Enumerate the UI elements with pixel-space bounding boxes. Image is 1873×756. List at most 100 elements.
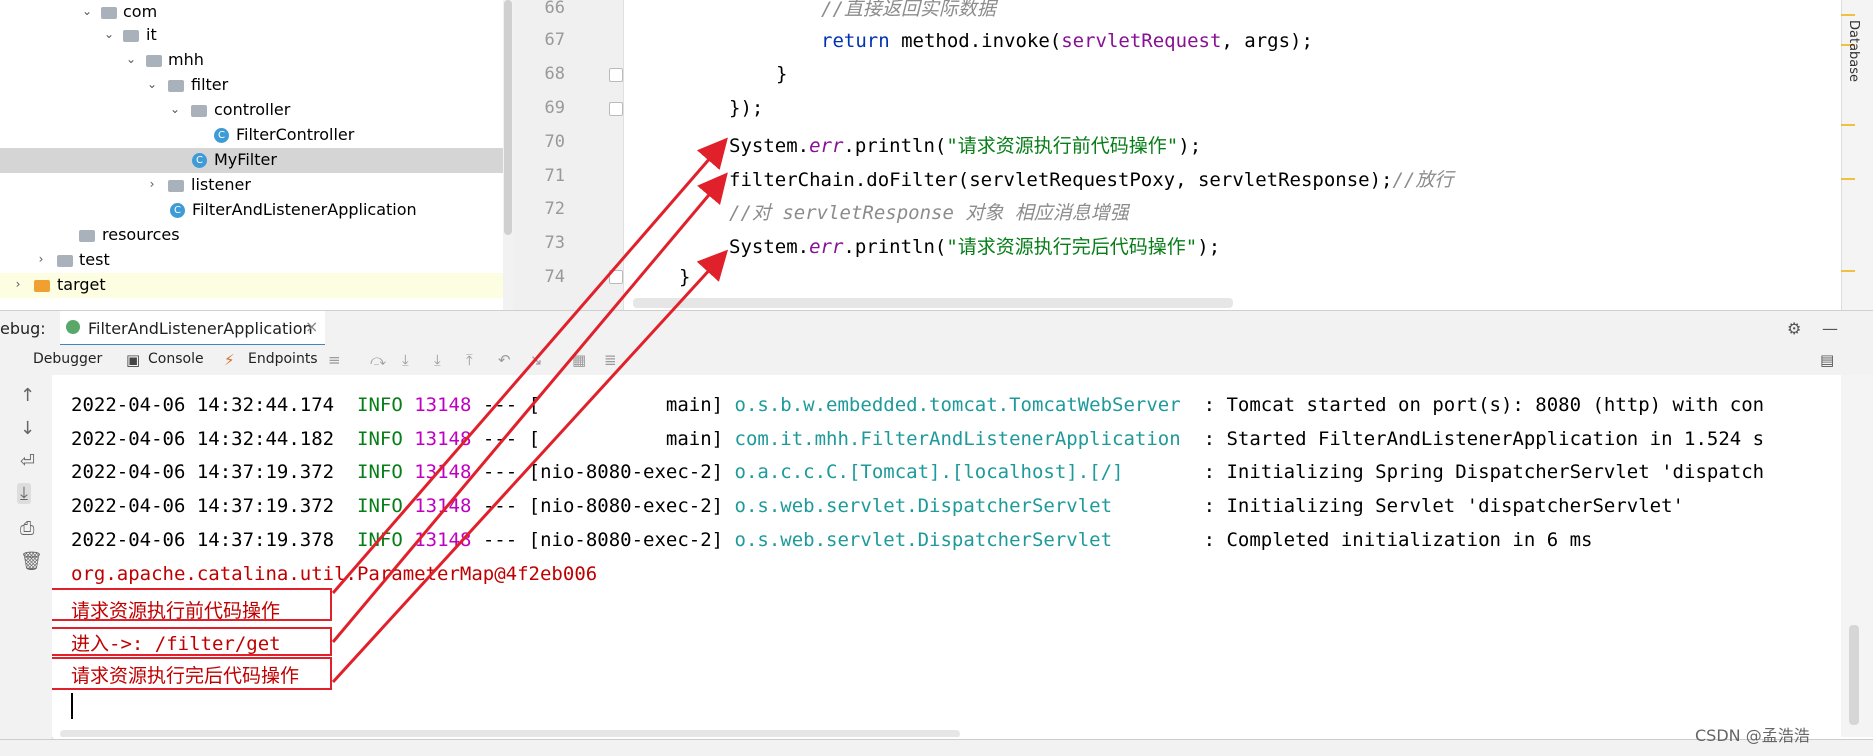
bug-icon: [66, 320, 80, 334]
annotation-box-before: [52, 588, 332, 621]
folder-icon: [191, 105, 207, 117]
layout-icon[interactable]: ▤: [1820, 351, 1834, 369]
tab-endpoints[interactable]: Endpoints: [248, 351, 318, 367]
tree-item-myfilter[interactable]: C MyFilter: [0, 148, 513, 173]
trash-icon[interactable]: 🗑: [20, 551, 43, 572]
tree-item-label: target: [57, 275, 106, 294]
tree-item-it[interactable]: ⌄ it: [0, 23, 513, 48]
arrow-up-icon[interactable]: ↑: [20, 385, 35, 406]
code-line-73: System.err.println("请求资源执行完后代码操作");: [729, 236, 1221, 258]
fold-marker[interactable]: [609, 270, 623, 284]
print-icon[interactable]: ⎙: [20, 518, 34, 539]
tree-item-controller[interactable]: ⌄ controller: [0, 98, 513, 123]
folder-icon: [168, 80, 184, 92]
step-over-icon[interactable]: ⤼: [370, 351, 386, 369]
chevron-right-icon[interactable]: ›: [145, 177, 159, 191]
line-number: 74: [544, 267, 565, 287]
folder-icon: [57, 255, 73, 267]
line-number: 72: [544, 199, 565, 219]
warning-marker: [1841, 270, 1855, 272]
line-number: 66: [544, 0, 565, 18]
tree-item-com[interactable]: ⌄ com: [0, 0, 513, 25]
editor-gutter: 66 67 68 69 70 71 72 73 74: [513, 0, 624, 310]
code-line-67: return method.invoke(servletRequest, arg…: [821, 30, 1313, 52]
scroll-thumb[interactable]: [504, 0, 512, 235]
tree-item-label: test: [79, 250, 110, 269]
warning-marker: [1841, 124, 1855, 126]
database-tab[interactable]: Database: [1846, 20, 1861, 82]
tree-item-listener[interactable]: › listener: [0, 173, 513, 198]
tree-item-label: filter: [191, 75, 229, 94]
chevron-down-icon[interactable]: ⌄: [102, 27, 116, 41]
text-caret: [71, 693, 73, 719]
code-line-72: //对 servletResponse 对象 相应消息增强: [729, 202, 1129, 224]
chevron-down-icon[interactable]: ⌄: [124, 52, 138, 66]
evaluate-icon[interactable]: ▦: [572, 351, 586, 369]
scroll-thumb[interactable]: [1849, 625, 1859, 725]
gear-icon[interactable]: ⚙: [1787, 319, 1801, 338]
annotation-box-enter: [52, 627, 332, 656]
tree-item-label: it: [146, 25, 157, 44]
warning-marker: [1841, 14, 1855, 16]
line-number: 69: [544, 98, 565, 118]
tree-item-label: controller: [214, 100, 291, 119]
editor-horizontal-scrollbar[interactable]: [633, 298, 1233, 308]
folder-icon: [34, 280, 50, 292]
code-line-69: });: [729, 97, 764, 119]
tree-item-mhh[interactable]: ⌄ mhh: [0, 48, 513, 73]
tree-item-resources[interactable]: resources: [0, 223, 513, 248]
tree-item-filtercontroller[interactable]: C FilterController: [0, 123, 513, 148]
force-step-into-icon[interactable]: ⤓: [434, 351, 441, 369]
tree-item-label: FilterController: [236, 125, 355, 144]
chevron-down-icon[interactable]: ⌄: [145, 77, 159, 91]
soft-wrap-icon[interactable]: ⏎: [20, 451, 35, 472]
tree-item-label: mhh: [168, 50, 204, 69]
status-bar: [0, 739, 1873, 756]
chevron-right-icon[interactable]: ›: [34, 252, 48, 266]
step-into-icon[interactable]: ⤓: [402, 351, 409, 369]
console-horizontal-scrollbar[interactable]: [60, 730, 960, 737]
tree-item-target[interactable]: › target: [0, 273, 513, 298]
tree-item-test[interactable]: › test: [0, 248, 513, 273]
drop-frame-icon[interactable]: ↶: [498, 351, 511, 369]
arrow-down-icon[interactable]: ↓: [20, 418, 35, 439]
tab-debugger[interactable]: Debugger: [33, 351, 102, 367]
tree-item-filter[interactable]: ⌄ filter: [0, 73, 513, 98]
fold-marker[interactable]: [609, 102, 623, 116]
chevron-right-icon[interactable]: ›: [11, 277, 25, 291]
tree-scrollbar[interactable]: [503, 0, 513, 310]
tab-console[interactable]: Console: [148, 351, 204, 367]
watermark: CSDN @孟浩浩: [1695, 726, 1810, 745]
class-icon: C: [170, 203, 185, 218]
step-out-icon[interactable]: ⤒: [466, 351, 473, 369]
fold-marker[interactable]: [609, 68, 623, 82]
line-number: 73: [544, 233, 565, 253]
chevron-down-icon[interactable]: ⌄: [80, 4, 94, 18]
trace-icon[interactable]: ≣: [604, 351, 617, 369]
annotation-box-after: [52, 657, 332, 690]
minimize-icon[interactable]: —: [1822, 319, 1838, 338]
scroll-to-end-icon[interactable]: ⤓: [17, 483, 31, 504]
warning-marker: [1841, 178, 1855, 180]
log-line: 2022-04-06 14:32:44.174 INFO 13148 --- […: [71, 394, 1765, 416]
tree-item-label: resources: [102, 225, 180, 244]
run-to-cursor-icon[interactable]: ↘: [530, 351, 543, 369]
param-map-line: org.apache.catalina.util.ParameterMap@4f…: [71, 563, 598, 585]
code-line-74: }: [679, 266, 691, 288]
console-output[interactable]: 2022-04-06 14:32:44.174 INFO 13148 --- […: [52, 375, 1841, 737]
run-config-tab[interactable]: FilterAndListenerApplication ×: [60, 311, 325, 347]
menu-icon[interactable]: ≡: [328, 351, 341, 369]
console-vertical-scrollbar[interactable]: [1841, 375, 1873, 737]
line-number: 71: [544, 166, 565, 186]
code-line-68: }: [776, 63, 788, 85]
tree-item-label: com: [123, 2, 158, 21]
close-icon[interactable]: ×: [305, 317, 318, 336]
code-editor[interactable]: 66 67 68 69 70 71 72 73 74 //直接返回实际数据 re…: [513, 0, 1841, 310]
tree-item-filterandlistenerapplication[interactable]: C FilterAndListenerApplication: [0, 198, 513, 223]
line-number: 68: [544, 64, 565, 84]
class-icon: C: [214, 128, 229, 143]
chevron-down-icon[interactable]: ⌄: [168, 102, 182, 116]
console-action-strip: ↑ ↓ ⏎ ⤓ ⎙ 🗑: [0, 375, 53, 747]
class-icon: C: [192, 153, 207, 168]
debug-tool-window-header: ebug: FilterAndListenerApplication × ⚙ —: [0, 310, 1873, 347]
